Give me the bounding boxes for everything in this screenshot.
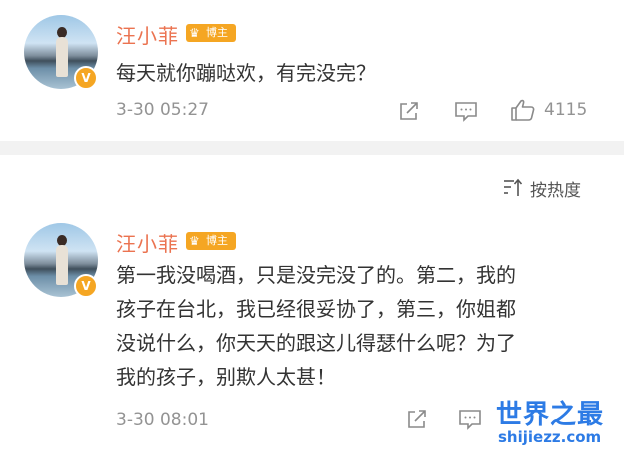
comment-text-line: 没说什么，你天天的跟这儿得瑟什么呢？为了	[116, 331, 516, 355]
crown-icon: ♛	[189, 26, 200, 40]
username[interactable]: 汪小菲	[116, 20, 179, 49]
blogger-badge: ♛ 博主	[186, 232, 236, 250]
comment-text: 每天就你蹦哒欢，有完没完？	[116, 61, 376, 85]
watermark-url: shijiezz.com	[498, 428, 602, 446]
comment-icon[interactable]	[458, 408, 482, 434]
crown-icon: ♛	[189, 234, 200, 248]
share-icon[interactable]	[398, 100, 420, 126]
sort-label: 按热度	[530, 181, 581, 201]
verified-badge-icon: V	[74, 274, 98, 298]
username[interactable]: 汪小菲	[116, 228, 179, 257]
timestamp: 3-30 05:27	[116, 100, 209, 120]
like-icon[interactable]	[510, 98, 536, 126]
avatar-figure-body	[56, 37, 68, 77]
comment-text: 第一我没喝酒，只是没完没了的。第二，我的 孩子在台北，我已经很妥协了，第三，你姐…	[116, 258, 596, 394]
avatar-figure-body	[56, 245, 68, 285]
blogger-badge: ♛ 博主	[186, 24, 236, 42]
comment-text-line: 我的孩子，别欺人太甚！	[116, 365, 336, 389]
comment-icon[interactable]	[454, 100, 478, 126]
watermark: 世界之最 shijiezz.com	[492, 394, 622, 452]
sort-icon	[502, 178, 524, 202]
section-divider	[0, 141, 624, 155]
blogger-badge-label: 博主	[206, 26, 228, 39]
comment-text-line: 第一我没喝酒，只是没完没了的。第二，我的	[116, 263, 516, 287]
like-count: 4115	[544, 100, 588, 120]
verified-badge-icon: V	[74, 66, 98, 90]
timestamp: 3-30 08:01	[116, 410, 209, 430]
watermark-title: 世界之最	[496, 400, 605, 430]
share-icon[interactable]	[406, 408, 428, 434]
blogger-badge-label: 博主	[206, 234, 228, 247]
comment-text-line: 孩子在台北，我已经很妥协了，第三，你姐都	[116, 297, 516, 321]
